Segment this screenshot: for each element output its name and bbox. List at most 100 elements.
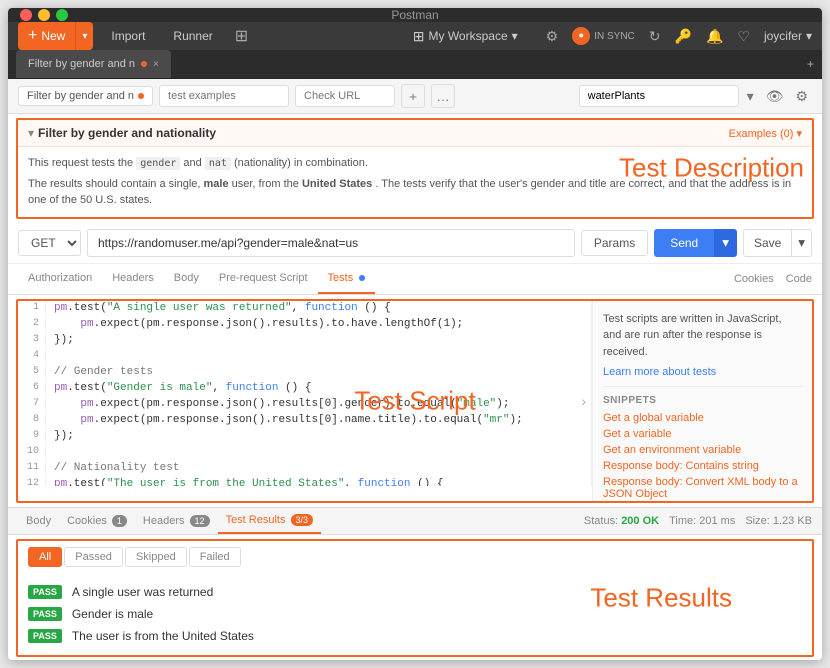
resp-tab-cookies[interactable]: Cookies 1 xyxy=(59,509,135,533)
code-line-9: 9 }); xyxy=(18,429,591,445)
response-tabs: Body Cookies 1 Headers 12 Test Results 3… xyxy=(8,507,822,535)
collection-select: ▾ 👁 ⚙ xyxy=(579,85,812,107)
headers-badge: 12 xyxy=(190,515,210,527)
maximize-dot[interactable] xyxy=(56,9,68,21)
save-button[interactable]: Save xyxy=(743,229,792,257)
pass-badge-1: PASS xyxy=(28,607,62,621)
cookies-badge: 1 xyxy=(112,515,127,527)
snippet-4[interactable]: Response body: Convert XML body to a JSO… xyxy=(603,476,802,500)
runner-button[interactable]: Runner xyxy=(163,24,222,48)
tests-dot xyxy=(359,275,365,281)
new-button[interactable]: + New xyxy=(18,22,75,50)
add-request-btn[interactable]: + xyxy=(401,84,425,108)
snippets-title: SNIPPETS xyxy=(603,395,802,406)
pass-badge-2: PASS xyxy=(28,629,62,643)
description-header: ▾ Filter by gender and nationality Examp… xyxy=(18,120,812,147)
test-result-0: PASS A single user was returned xyxy=(28,581,802,603)
tab-prerequest[interactable]: Pre-request Script xyxy=(209,264,318,294)
params-button[interactable]: Params xyxy=(581,230,648,256)
filter-all[interactable]: All xyxy=(28,547,62,567)
resp-tab-headers[interactable]: Headers 12 xyxy=(135,509,218,533)
nav-icons: ⚙ ⏺ IN SYNC ↻ 🔑 🔔 ♡ joycifer ▾ xyxy=(546,27,812,45)
save-dropdown-btn[interactable]: ▾ xyxy=(792,229,812,257)
test-result-text-2: The user is from the United States xyxy=(72,629,254,643)
description-title: Filter by gender and nationality xyxy=(38,126,216,140)
check-url-input[interactable] xyxy=(295,85,395,107)
settings-collection-btn[interactable]: ⚙ xyxy=(791,86,812,107)
settings-icon[interactable]: ⚙ xyxy=(546,28,559,45)
send-button[interactable]: Send xyxy=(654,229,714,257)
snippet-1[interactable]: Get a variable xyxy=(603,428,802,440)
add-tab-btn[interactable]: + xyxy=(807,57,814,71)
collection-dropdown-btn[interactable]: ▾ xyxy=(743,86,758,107)
tab-tests[interactable]: Tests xyxy=(318,264,376,294)
user-menu[interactable]: joycifer ▾ xyxy=(764,29,812,43)
url-input[interactable] xyxy=(87,229,575,257)
learn-more-link[interactable]: Learn more about tests xyxy=(603,366,716,378)
minimize-dot[interactable] xyxy=(38,9,50,21)
app-title: Postman xyxy=(391,8,438,22)
tab-filter[interactable]: Filter by gender and n × xyxy=(16,50,171,78)
request-tabs: Authorization Headers Body Pre-request S… xyxy=(8,264,822,295)
tab-bar: Filter by gender and n × + xyxy=(8,50,822,79)
filter-failed[interactable]: Failed xyxy=(189,547,241,567)
info-panel: Test scripts are written in JavaScript, … xyxy=(592,301,812,501)
new-button-arrow[interactable]: ▾ xyxy=(76,22,93,50)
description-section: ▾ Filter by gender and nationality Examp… xyxy=(8,114,822,223)
filter-row: Filter by gender and n + … ▾ 👁 ⚙ xyxy=(8,79,822,114)
workspace-button[interactable]: ⊞ My Workspace ▾ xyxy=(403,23,528,50)
cookies-link[interactable]: Cookies xyxy=(734,273,774,285)
code-line-11: 11 // Nationality test xyxy=(18,461,591,477)
filter-tabs: All Passed Skipped Failed xyxy=(18,541,812,573)
response-status: Status: 200 OK Time: 201 ms Size: 1.23 K… xyxy=(584,515,812,527)
code-line-10: 10 xyxy=(18,445,591,461)
code-line-4: 4 xyxy=(18,349,591,365)
code-line-12: 12 pm.test("The user is from the United … xyxy=(18,477,591,486)
examples-button[interactable]: Examples (0) ▾ xyxy=(729,127,802,140)
sync-indicator: ⏺ xyxy=(572,27,590,45)
response-size: 1.23 KB xyxy=(773,515,812,527)
key-icon[interactable]: 🔑 xyxy=(675,28,692,45)
method-group: GET xyxy=(18,230,81,256)
panel-divider xyxy=(603,386,802,387)
code-line-2: 2 pm.expect(pm.response.json().results).… xyxy=(18,317,591,333)
bell-icon[interactable]: 🔔 xyxy=(706,28,723,45)
eye-btn[interactable]: 👁 xyxy=(762,86,788,107)
test-result-text-0: A single user was returned xyxy=(72,585,213,599)
import-button[interactable]: Import xyxy=(101,24,155,48)
method-select[interactable]: GET xyxy=(19,231,80,255)
tab-dot xyxy=(141,61,147,67)
test-result-text-1: Gender is male xyxy=(72,607,153,621)
tab-body[interactable]: Body xyxy=(164,264,209,294)
test-results-badge: 3/3 xyxy=(291,514,314,526)
tab-name-input[interactable] xyxy=(159,85,289,107)
filter-dot xyxy=(138,93,144,99)
new-button-group[interactable]: + New ▾ xyxy=(18,22,93,50)
close-dot[interactable] xyxy=(20,9,32,21)
heart-icon[interactable]: ♡ xyxy=(737,28,750,45)
send-group: Send ▾ xyxy=(654,229,737,257)
panel-expand-icon[interactable]: › xyxy=(581,393,586,409)
tab-authorization[interactable]: Authorization xyxy=(18,264,102,294)
send-dropdown-btn[interactable]: ▾ xyxy=(714,229,737,257)
resp-tab-test-results[interactable]: Test Results 3/3 xyxy=(218,508,322,534)
refresh-icon[interactable]: ↻ xyxy=(649,28,661,45)
resp-tab-body[interactable]: Body xyxy=(18,509,59,533)
test-results-section: All Passed Skipped Failed PASS A single … xyxy=(16,539,814,657)
status-code: 200 OK xyxy=(621,515,659,527)
filter-skipped[interactable]: Skipped xyxy=(125,547,187,567)
snippet-2[interactable]: Get an environment variable xyxy=(603,444,802,456)
snippet-3[interactable]: Response body: Contains string xyxy=(603,460,802,472)
description-box: ▾ Filter by gender and nationality Examp… xyxy=(16,118,814,219)
info-text: Test scripts are written in JavaScript, … xyxy=(603,311,802,361)
tab-headers[interactable]: Headers xyxy=(102,264,164,294)
req-tabs-right: Cookies Code xyxy=(734,273,812,285)
code-line-1: 1 pm.test("A single user was returned", … xyxy=(18,301,591,317)
more-options-btn[interactable]: … xyxy=(431,84,455,108)
code-link[interactable]: Code xyxy=(786,273,812,285)
code-editor[interactable]: 1 pm.test("A single user was returned", … xyxy=(18,301,592,486)
tab-controls: + xyxy=(807,57,814,71)
collection-input[interactable] xyxy=(579,85,739,107)
snippet-0[interactable]: Get a global variable xyxy=(603,412,802,424)
filter-passed[interactable]: Passed xyxy=(64,547,123,567)
